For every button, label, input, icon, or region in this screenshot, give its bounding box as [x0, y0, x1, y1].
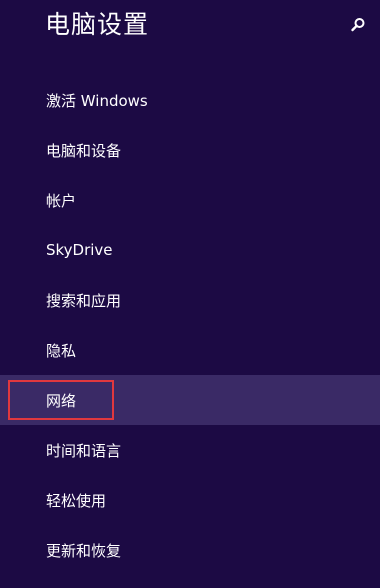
- menu-item-activate-windows[interactable]: 激活 Windows: [0, 75, 380, 125]
- menu-item-label: 激活 Windows: [46, 91, 148, 110]
- menu-item-search-and-apps[interactable]: 搜索和应用: [0, 275, 380, 325]
- menu-item-label: 轻松使用: [46, 491, 107, 510]
- menu-item-privacy[interactable]: 隐私: [0, 325, 380, 375]
- search-icon: [351, 18, 365, 32]
- menu-item-label: 时间和语言: [46, 441, 122, 460]
- menu-item-accounts[interactable]: 帐户: [0, 175, 380, 225]
- page-title: 电脑设置: [45, 10, 150, 39]
- menu-item-pc-and-devices[interactable]: 电脑和设备: [0, 125, 380, 175]
- menu-item-label: SkyDrive: [46, 241, 113, 259]
- menu-item-ease-of-access[interactable]: 轻松使用: [0, 475, 380, 525]
- menu-item-label: 电脑和设备: [46, 141, 122, 160]
- menu-item-label: 搜索和应用: [46, 291, 122, 310]
- menu-item-time-and-language[interactable]: 时间和语言: [0, 425, 380, 475]
- menu-item-label: 帐户: [46, 191, 77, 210]
- search-button[interactable]: [348, 15, 368, 35]
- menu-item-network[interactable]: 网络: [0, 375, 380, 425]
- menu-item-update-and-recovery[interactable]: 更新和恢复: [0, 525, 380, 575]
- menu-item-label: 隐私: [46, 341, 77, 360]
- settings-menu: 激活 Windows 电脑和设备 帐户 SkyDrive 搜索和应用 隐私 网络…: [0, 75, 380, 575]
- header: 电脑设置: [0, 0, 380, 60]
- menu-item-label: 更新和恢复: [46, 541, 122, 560]
- menu-item-label: 网络: [46, 391, 77, 410]
- menu-item-skydrive[interactable]: SkyDrive: [0, 225, 380, 275]
